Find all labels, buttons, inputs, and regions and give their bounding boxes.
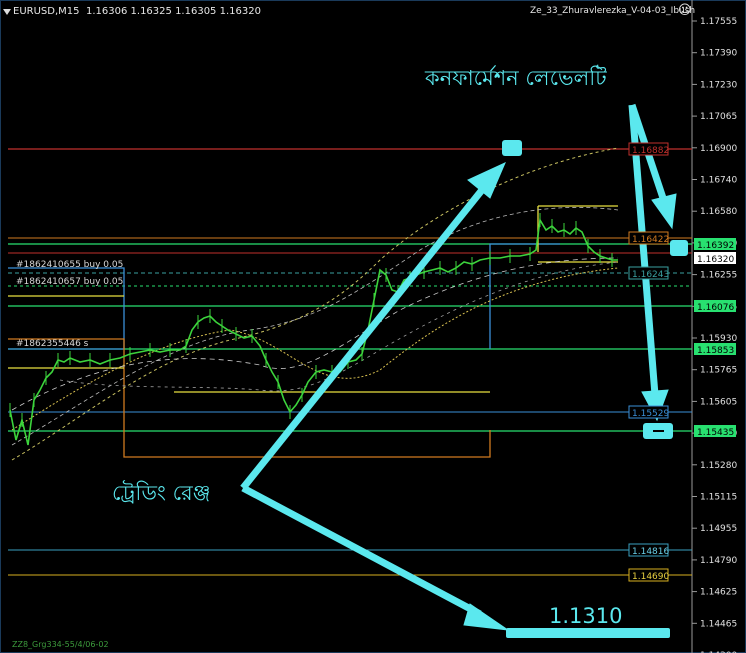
- cyan-level-tag: 1.14816: [632, 547, 669, 557]
- green-bottom-axis-text: 1.15435: [697, 428, 734, 438]
- green-mid-axis-text: 1.16076: [697, 303, 734, 313]
- arrow-head-upper: [467, 162, 506, 199]
- price-axis-label: 1.14955: [700, 524, 737, 534]
- order-label-2[interactable]: #1862410657 buy 0.05: [16, 277, 123, 287]
- trading-range-annotation: ট্রেডিং রেঞ্জ: [112, 481, 211, 505]
- indicator-name: Ze_33_Zhuravlerezka_V-04-03_Ibush: [530, 6, 696, 16]
- upper-band-line: [11, 207, 619, 446]
- confirmation-level-annotation: কনফার্মেশন লেভেলটি: [425, 66, 607, 90]
- teal-level-tag: 1.16243: [632, 270, 669, 280]
- footer-indicator-text: ZZ8_Grg334-55/4/06-02: [12, 640, 109, 649]
- metatrader-chart-window: 1.16882 1.16422 1.16243 1.15529 1.14816 …: [0, 0, 746, 653]
- price-axis-label: 1.14465: [700, 619, 737, 629]
- price-axis-label: 1.15765: [700, 366, 737, 376]
- price-axis-label: 1.16740: [700, 176, 737, 186]
- arrow-head-lower: [463, 603, 509, 631]
- chart-menu-triangle-icon[interactable]: [3, 9, 11, 15]
- price-axis-label: 1.15280: [700, 461, 737, 471]
- yellow-level-tag: 1.14690: [632, 572, 669, 582]
- target-price-annotation: 1.1310: [549, 604, 623, 628]
- upper-target-marker: [502, 140, 522, 156]
- confirmation-marker-upper: [670, 240, 688, 256]
- green-lower-axis-text: 1.15853: [697, 346, 734, 356]
- price-chart[interactable]: 1.16882 1.16422 1.16243 1.15529 1.14816 …: [0, 0, 746, 653]
- price-axis-label: 1.15930: [700, 334, 737, 344]
- price-axis-label: 1.17230: [700, 80, 737, 90]
- price-axis-label: 1.17065: [700, 112, 737, 122]
- blue-level-tag: 1.15529: [632, 409, 669, 419]
- order-label-1[interactable]: #1862410655 buy 0.05: [16, 260, 123, 270]
- price-axis-labels: 1.17555 1.17390 1.17230 1.17065 1.16900 1.167…: [692, 17, 737, 653]
- orange-range-box: [8, 338, 491, 458]
- ohlc-values: 1.16306 1.16325 1.16305 1.16320: [86, 6, 261, 17]
- price-axis-label: 1.16255: [700, 271, 737, 281]
- price-axis-label: 1.14625: [700, 588, 737, 598]
- green-upper-axis-text: 1.16392: [697, 241, 734, 251]
- price-axis-label: 1.15605: [700, 397, 737, 407]
- price-axis-label: 1.16900: [700, 144, 737, 154]
- target-bar: [506, 628, 670, 638]
- arrow-head-confirmation-upper: [651, 193, 677, 230]
- upper-envelope-line: [11, 147, 619, 461]
- price-axis-label: 1.17555: [700, 17, 737, 27]
- orange-level-tag: 1.16422: [632, 235, 669, 245]
- candle-wicks: [9, 213, 613, 427]
- symbol-timeframe: EURUSD,M15: [13, 6, 80, 17]
- price-candles: [9, 217, 618, 446]
- price-axis-label: 1.14790: [700, 556, 737, 566]
- arrow-to-upper-target: [240, 177, 493, 491]
- price-axis-label: 1.16580: [700, 207, 737, 217]
- price-axis-label: 1.15115: [700, 493, 737, 503]
- arrow-to-lower-target: [241, 484, 482, 618]
- order-label-3[interactable]: #1862355446 s: [16, 339, 88, 349]
- current-price-axis-text: 1.16320: [697, 255, 734, 265]
- price-axis-label: 1.17390: [700, 49, 737, 59]
- red-level-tag: 1.16882: [632, 146, 669, 156]
- smiley-icon: ☺: [678, 3, 692, 18]
- annotation-arrows: [240, 103, 677, 631]
